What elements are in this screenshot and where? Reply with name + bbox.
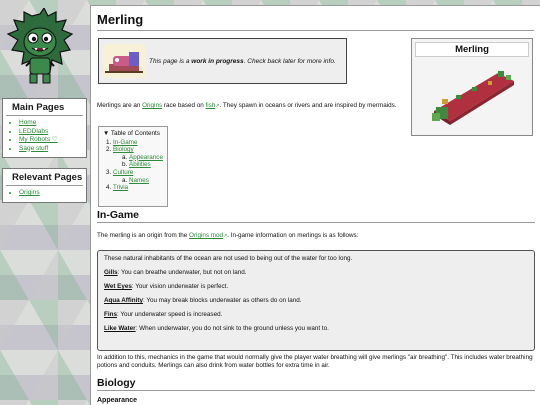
ability-like-water: Like Water: When underwater, you do not … — [104, 325, 329, 332]
subsection-heading-appearance: Appearance — [97, 397, 138, 404]
ability-wet-eyes: Wet Eyes: Your vision underwater is perf… — [104, 283, 229, 290]
in-game-intro: The merling is an origin from the Origin… — [97, 232, 359, 239]
wip-text: This page is a work in progress. Check b… — [149, 57, 336, 65]
toc-item-trivia[interactable]: Trivia — [113, 184, 163, 192]
nav-item-leddlabs[interactable]: LEDDlabs — [19, 128, 86, 137]
triangle-down-icon[interactable]: ▼ — [103, 130, 109, 137]
main-pages-list: Home LEDDlabs My Robots ♡ Sage stuff — [3, 116, 86, 157]
section-heading-in-game: In-Game — [97, 209, 535, 223]
toc-item-appearance[interactable]: Appearance — [129, 154, 163, 162]
main-pages-title: Main Pages — [6, 99, 83, 116]
origin-description-box: These natural inhabitants of the ocean a… — [97, 250, 535, 351]
ability-fins: Fins: Your underwater speed is increased… — [104, 311, 223, 318]
wip-notice: This page is a work in progress. Check b… — [98, 38, 347, 84]
infobox: Merling — [411, 38, 533, 136]
wip-image — [103, 44, 145, 78]
ability-gills: Gills: You can breathe underwater, but n… — [104, 269, 247, 276]
in-game-after: In addition to this, mechanics in the ga… — [97, 354, 533, 369]
relevant-pages-title: Relevant Pages — [6, 169, 83, 186]
origin-description: These natural inhabitants of the ocean a… — [104, 255, 353, 262]
relevant-pages-list: Origins — [3, 186, 86, 202]
toc-item-names[interactable]: Names — [129, 177, 163, 185]
infobox-title: Merling — [415, 42, 529, 57]
main-pages-box: Main Pages Home LEDDlabs My Robots ♡ Sag… — [2, 98, 87, 158]
main-content: Merling This page is a work in progress.… — [90, 5, 540, 405]
link-origins-mod[interactable]: Origins mod — [189, 232, 223, 239]
section-heading-biology: Biology — [97, 377, 535, 391]
sidebar: Main Pages Home LEDDlabs My Robots ♡ Sag… — [0, 0, 90, 405]
toc-item-abilities[interactable]: Abilities — [129, 161, 163, 169]
page-title: Merling — [97, 10, 534, 31]
merling-model-image — [432, 71, 514, 125]
nav-item-origins[interactable]: Origins — [19, 189, 86, 198]
link-origins[interactable]: Origins — [142, 102, 162, 109]
toc-item-biology[interactable]: Biology Appearance Abilities — [113, 146, 163, 169]
nav-item-home[interactable]: Home — [19, 119, 86, 128]
toc-item-in-game[interactable]: In-Game — [113, 139, 163, 147]
relevant-pages-box: Relevant Pages Origins — [2, 168, 87, 203]
ability-aqua-affinity: Aqua Affinity: You may break blocks unde… — [104, 297, 302, 304]
toc-header[interactable]: ▼ Table of Contents — [103, 130, 163, 138]
link-fish[interactable]: fish — [206, 102, 216, 109]
table-of-contents: ▼ Table of Contents In-Game Biology Appe… — [98, 126, 168, 207]
nav-item-sage-stuff[interactable]: Sage stuff — [19, 145, 86, 154]
nav-item-my-robots[interactable]: My Robots ♡ — [19, 136, 86, 145]
toc-item-culture[interactable]: Culture Names — [113, 169, 163, 184]
intro-paragraph: Merlings are an Origins race based on fi… — [97, 102, 397, 109]
mascot-logo[interactable] — [4, 8, 76, 86]
toc-list: In-Game Biology Appearance Abilities Cul… — [103, 139, 163, 192]
